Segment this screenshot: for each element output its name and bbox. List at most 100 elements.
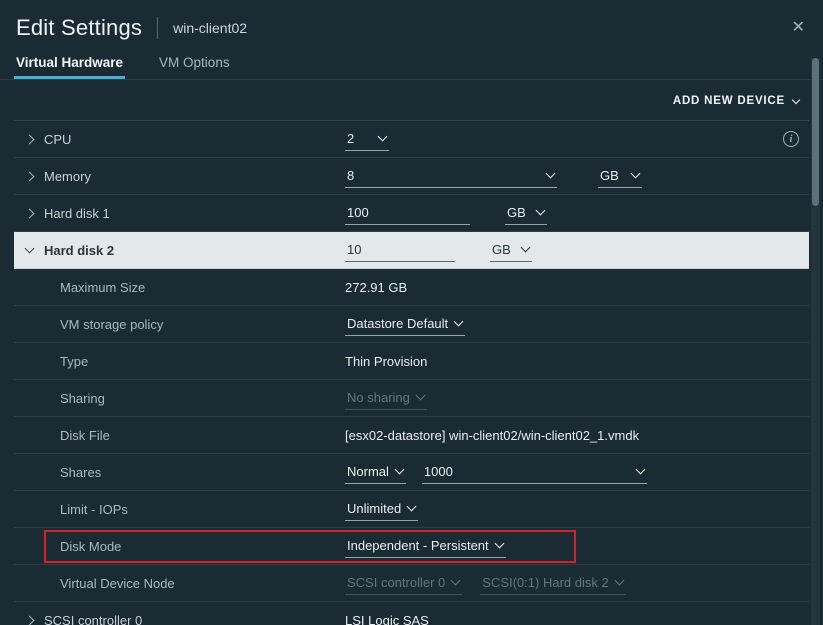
disk-mode-select[interactable]: Independent - Persistent (345, 534, 506, 558)
scsi-controller-0-label: SCSI controller 0 (44, 613, 345, 625)
row-hard-disk-2: Hard disk 2 10 GB (14, 232, 809, 269)
disk-mode-value: Independent - Persistent (347, 538, 489, 553)
chevron-right-icon (25, 134, 35, 144)
limit-iops-label: Limit - IOPs (60, 502, 345, 517)
chevron-down-icon (394, 465, 404, 475)
scrollbar[interactable] (811, 58, 820, 625)
chevron-down-icon (415, 391, 425, 401)
row-cpu: CPU 2 i (14, 121, 809, 158)
row-hard-disk-1: Hard disk 1 100 GB (14, 195, 809, 232)
memory-label: Memory (44, 169, 345, 184)
vm-storage-policy-value: Datastore Default (347, 316, 448, 331)
shares-level-value: Normal (347, 464, 389, 479)
vm-storage-policy-select[interactable]: Datastore Default (345, 312, 465, 336)
hard-disk-2-label: Hard disk 2 (44, 243, 345, 258)
page-title: Edit Settings (16, 15, 142, 41)
row-vm-storage-policy: VM storage policy Datastore Default (14, 306, 809, 343)
chevron-down-icon (494, 539, 504, 549)
expand-memory-icon[interactable] (26, 173, 44, 180)
row-memory: Memory 8 GB (14, 158, 809, 195)
hardware-table: CPU 2 i Memory 8 GB Hard disk 1 (14, 120, 809, 625)
limit-iops-value: Unlimited (347, 501, 401, 516)
shares-label: Shares (60, 465, 345, 480)
shares-level-select[interactable]: Normal (345, 460, 406, 484)
hard-disk-1-label: Hard disk 1 (44, 206, 345, 221)
row-maximum-size: Maximum Size 272.91 GB (14, 269, 809, 306)
chevron-down-icon (451, 576, 461, 586)
expand-cpu-icon[interactable] (26, 136, 44, 143)
info-icon[interactable]: i (783, 131, 799, 147)
chevron-right-icon (25, 171, 35, 181)
row-disk-mode: Disk Mode Independent - Persistent (14, 528, 809, 565)
tab-bar: Virtual Hardware VM Options (0, 50, 823, 80)
chevron-down-icon (635, 465, 645, 475)
maximum-size-value: 272.91 GB (345, 280, 407, 295)
hard-disk-2-unit-value: GB (492, 242, 511, 257)
hard-disk-1-unit-select[interactable]: GB (505, 201, 547, 225)
chevron-right-icon (25, 615, 35, 625)
memory-size-input[interactable]: 8 (345, 164, 557, 188)
maximum-size-label: Maximum Size (60, 280, 345, 295)
chevron-down-icon (536, 206, 546, 216)
type-label: Type (60, 354, 345, 369)
add-new-device-button[interactable]: ADD NEW DEVICE (673, 95, 799, 107)
title-divider (157, 17, 158, 39)
row-limit-iops: Limit - IOPs Unlimited (14, 491, 809, 528)
scsi-node-value: SCSI(0:1) Hard disk 2 (482, 575, 608, 590)
disk-file-value: [esx02-datastore] win-client02/win-clien… (345, 428, 639, 443)
cpu-count-value: 2 (347, 131, 354, 146)
scsi-controller-0-value: LSI Logic SAS (345, 613, 429, 625)
hard-disk-2-unit-select[interactable]: GB (490, 238, 532, 262)
expand-scsi-controller-icon[interactable] (26, 617, 44, 624)
vm-storage-policy-label: VM storage policy (60, 317, 345, 332)
memory-unit-select[interactable]: GB (598, 164, 642, 188)
chevron-down-icon (25, 244, 35, 254)
chevron-down-icon (792, 95, 800, 103)
cpu-label: CPU (44, 132, 345, 147)
vm-name: win-client02 (173, 20, 247, 36)
hard-disk-1-size-value: 100 (347, 205, 369, 220)
chevron-down-icon (521, 243, 531, 253)
shares-value-input[interactable]: 1000 (422, 460, 647, 484)
dialog-header: Edit Settings win-client02 ✕ (0, 0, 823, 50)
row-disk-file: Disk File [esx02-datastore] win-client02… (14, 417, 809, 454)
limit-iops-select[interactable]: Unlimited (345, 497, 418, 521)
sharing-value: No sharing (347, 390, 410, 405)
device-toolbar: ADD NEW DEVICE (0, 80, 823, 120)
cpu-count-select[interactable]: 2 (345, 127, 389, 151)
chevron-down-icon (614, 576, 624, 586)
row-scsi-controller-0: SCSI controller 0 LSI Logic SAS (14, 602, 809, 625)
row-virtual-device-node: Virtual Device Node SCSI controller 0 SC… (14, 565, 809, 602)
scsi-node-select[interactable]: SCSI(0:1) Hard disk 2 (480, 571, 625, 595)
virtual-device-node-label: Virtual Device Node (60, 576, 345, 591)
memory-size-value: 8 (347, 168, 354, 183)
row-shares: Shares Normal 1000 (14, 454, 809, 491)
edit-settings-dialog: Edit Settings win-client02 ✕ Virtual Har… (0, 0, 823, 625)
shares-value: 1000 (424, 464, 453, 479)
scsi-controller-value: SCSI controller 0 (347, 575, 445, 590)
scsi-controller-select[interactable]: SCSI controller 0 (345, 571, 462, 595)
row-sharing: Sharing No sharing (14, 380, 809, 417)
chevron-down-icon (407, 502, 417, 512)
chevron-down-icon (378, 132, 388, 142)
close-icon[interactable]: ✕ (790, 18, 807, 38)
memory-unit-value: GB (600, 168, 619, 183)
hard-disk-2-size-input[interactable]: 10 (345, 238, 455, 262)
hard-disk-1-size-input[interactable]: 100 (345, 201, 470, 225)
tab-vm-options[interactable]: VM Options (159, 55, 230, 79)
disk-mode-label: Disk Mode (60, 539, 345, 554)
add-new-device-label: ADD NEW DEVICE (673, 95, 785, 107)
sharing-select[interactable]: No sharing (345, 386, 427, 410)
hard-disk-2-size-value: 10 (347, 242, 361, 257)
tab-virtual-hardware[interactable]: Virtual Hardware (16, 55, 123, 79)
scrollbar-thumb[interactable] (812, 58, 819, 206)
collapse-hard-disk-2-icon[interactable] (26, 248, 44, 252)
expand-hard-disk-1-icon[interactable] (26, 210, 44, 217)
chevron-down-icon (454, 317, 464, 327)
sharing-label: Sharing (60, 391, 345, 406)
chevron-down-icon (631, 169, 641, 179)
chevron-down-icon (546, 169, 556, 179)
chevron-right-icon (25, 208, 35, 218)
hard-disk-1-unit-value: GB (507, 205, 526, 220)
row-type: Type Thin Provision (14, 343, 809, 380)
